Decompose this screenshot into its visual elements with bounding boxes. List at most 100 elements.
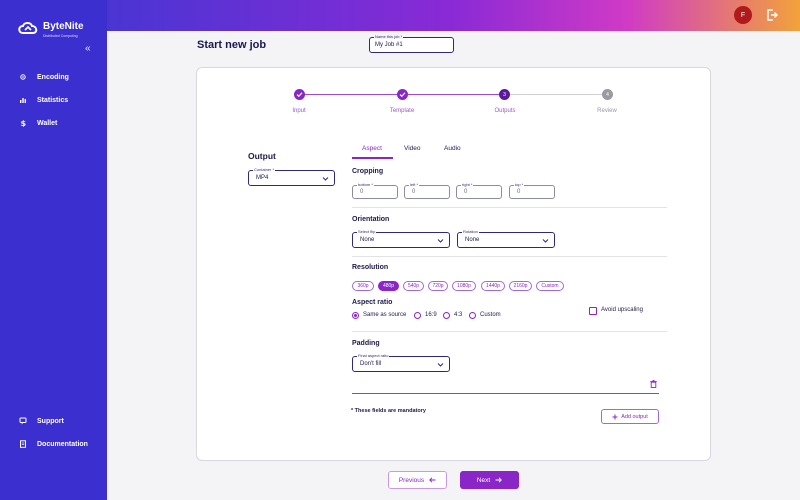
crop-top-label: top * [514, 182, 525, 187]
arrow-left-icon [429, 477, 436, 483]
section-divider [352, 256, 667, 257]
previous-button[interactable]: Previous [388, 471, 447, 489]
avoid-upscaling-label: Avoid upscaling [601, 307, 643, 313]
job-card [196, 67, 711, 461]
trash-icon[interactable] [650, 380, 657, 388]
radio-label: Same as source [363, 312, 407, 318]
check-icon [296, 92, 303, 98]
orientation-heading: Orientation [352, 216, 390, 223]
aspect-ratio-heading: Aspect ratio [352, 299, 393, 306]
sidebar-item-encoding[interactable]: Encoding [19, 73, 69, 81]
step-label-outputs: Outputs [494, 108, 516, 114]
crop-top-input[interactable]: top * 0 [509, 182, 555, 199]
radio-custom[interactable] [469, 312, 476, 319]
crop-left-value: 0 [412, 189, 416, 195]
resolution-chip-540p[interactable]: 540p [403, 281, 424, 291]
sidebar-item-wallet[interactable]: $ Wallet [19, 119, 58, 127]
mandatory-note: * These fields are mandatory [351, 408, 426, 414]
check-icon [399, 92, 406, 98]
tab-audio[interactable]: Audio [444, 145, 461, 152]
sidebar-item-label: Encoding [37, 73, 69, 81]
padding-select[interactable]: Final aspect ratio Don't fill [352, 353, 450, 372]
sidebar-item-documentation[interactable]: Documentation [19, 440, 88, 448]
user-avatar[interactable]: F [734, 6, 752, 24]
crop-right-value: 0 [464, 189, 468, 195]
sidebar-item-label: Statistics [37, 96, 69, 104]
brand-logo[interactable]: ByteNite Distributed Computing [17, 16, 84, 39]
radio-label: Custom [480, 312, 501, 318]
statistics-icon [20, 98, 26, 103]
crop-bottom-label: bottom * [357, 182, 374, 187]
radio-4-3[interactable] [443, 312, 450, 319]
crop-left-label: left * [409, 182, 420, 187]
crop-top-value: 0 [517, 189, 521, 195]
rotation-select[interactable]: Rotation None [457, 229, 555, 248]
sidebar-item-label: Wallet [37, 119, 58, 127]
dollar-icon: $ [21, 119, 27, 127]
tab-video[interactable]: Video [404, 145, 421, 152]
radio-16-9[interactable] [414, 312, 421, 319]
container-select[interactable]: Container * MP4 [248, 167, 335, 186]
brand-tagline: Distributed Computing [43, 34, 78, 38]
radio-same-as-source[interactable] [352, 312, 359, 319]
collapse-sidebar-icon[interactable]: « [85, 43, 91, 54]
sidebar-item-label: Support [37, 417, 64, 425]
chevron-down-icon [437, 239, 444, 243]
top-bar [107, 0, 800, 31]
next-label: Next [476, 476, 491, 484]
step-connector [510, 94, 602, 95]
rotation-value: None [465, 237, 480, 243]
resolution-chip-2160p[interactable]: 2160p [509, 281, 532, 291]
container-label: Container * [253, 167, 276, 172]
chevron-down-icon [322, 177, 329, 181]
svg-text:$: $ [21, 119, 27, 127]
sidebar: ByteNite Distributed Computing « Encodin… [0, 0, 107, 500]
crop-right-input[interactable]: right * 0 [456, 182, 502, 199]
rotation-label: Rotation [462, 229, 479, 234]
step-input[interactable] [294, 89, 305, 100]
padding-heading: Padding [352, 340, 380, 347]
resolution-chip-720p[interactable]: 720p [428, 281, 448, 291]
step-label-input: Input [292, 108, 306, 114]
add-output-button[interactable]: Add output [601, 409, 659, 424]
radio-label: 4:3 [454, 312, 463, 318]
step-review[interactable]: 4 [602, 89, 613, 100]
crop-bottom-input[interactable]: bottom * 0 [352, 182, 398, 199]
resolution-chip-1440p[interactable]: 1440p [481, 281, 505, 291]
tab-aspect[interactable]: Aspect [362, 145, 382, 152]
padding-label: Final aspect ratio [357, 353, 390, 358]
job-name-label: Name this job * [374, 34, 404, 39]
sidebar-item-statistics[interactable]: Statistics [19, 96, 68, 104]
plus-icon [612, 414, 618, 419]
step-connector [305, 94, 397, 95]
cropping-heading: Cropping [352, 168, 384, 175]
resolution-chip-custom[interactable]: Custom [536, 281, 564, 291]
avoid-upscaling-checkbox[interactable] [589, 307, 597, 315]
step-outputs[interactable]: 3 [499, 89, 510, 100]
next-button[interactable]: Next [460, 471, 519, 489]
resolution-chip-480p[interactable]: 480p [378, 281, 399, 291]
step-label-template: Template [389, 108, 415, 114]
crop-left-input[interactable]: left * 0 [404, 182, 450, 199]
sidebar-item-label: Documentation [37, 440, 88, 448]
previous-label: Previous [398, 476, 425, 484]
resolution-chip-360p[interactable]: 360p [352, 281, 374, 291]
resolution-heading: Resolution [352, 264, 389, 271]
chevron-down-icon [542, 239, 549, 243]
padding-value: Don't fill [360, 361, 382, 367]
resolution-chip-1080p[interactable]: 1080p [452, 281, 476, 291]
crop-right-label: right * [461, 182, 474, 187]
logout-icon[interactable] [765, 8, 779, 22]
document-icon [20, 440, 26, 448]
step-template[interactable] [397, 89, 408, 100]
active-tab-indicator [352, 157, 393, 159]
flip-label: Select flip [357, 229, 377, 234]
page-title: Start new job [197, 39, 267, 51]
flip-select[interactable]: Select flip None [352, 229, 450, 248]
encoding-icon [20, 74, 26, 80]
chevron-down-icon [437, 363, 444, 367]
job-name-field[interactable]: Name this job * My Job #1 [369, 34, 454, 53]
sidebar-item-support[interactable]: Support [19, 417, 64, 425]
output-heading: Output [248, 151, 276, 161]
section-divider [352, 331, 667, 332]
